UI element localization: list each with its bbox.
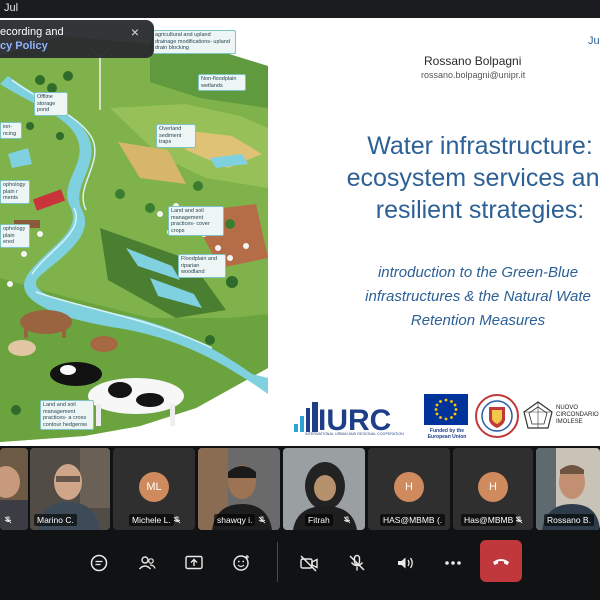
slide-title: Water infrastructure: ecosystem services… xyxy=(330,130,600,226)
participant-name: Rossano B. xyxy=(544,514,594,526)
participant-tile-shawqy[interactable]: shawqy i. xyxy=(198,448,280,530)
leave-meeting-button[interactable] xyxy=(480,540,522,582)
callout-floodplain-woodland: Floodplain and riparian woodland xyxy=(178,254,226,278)
chat-button[interactable] xyxy=(82,546,116,580)
participant-name: Michele L. xyxy=(129,514,174,526)
slide-date: Ju xyxy=(588,35,600,47)
callout-hedgerow: Land and soil management practices- a cr… xyxy=(40,400,94,430)
speaker-button[interactable] xyxy=(388,546,422,580)
participant-tile-has-1[interactable]: H HAS@MBMB (. xyxy=(368,448,450,530)
mic-muted-icon xyxy=(173,516,181,524)
landscape-illustration: agricultural and upland drainage modific… xyxy=(0,18,268,446)
logo-strip: IURC INTERNATIONAL URBAN AND REGIONAL CO… xyxy=(290,392,600,442)
subtitle-line-2: infrastructures & the Natural Wate xyxy=(365,288,591,305)
hangup-icon xyxy=(493,559,509,565)
share-screen-icon xyxy=(185,555,203,570)
presenter-email: rossano.bolpagni@unipr.it xyxy=(421,70,526,80)
mic-toggle-button[interactable] xyxy=(340,546,374,580)
iurc-logo-text: IURC xyxy=(318,404,391,434)
mic-muted-icon xyxy=(258,516,266,524)
callout-cover-crops: Land and soil management practices- cove… xyxy=(168,206,224,236)
subtitle-line-3: Retention Measures xyxy=(410,312,546,329)
title-line-2: ecosystem services and xyxy=(346,164,600,192)
callout-upland-drainage: agricultural and upland drainage modific… xyxy=(152,30,236,54)
mic-off-icon xyxy=(349,554,365,571)
participant-name: Marino C. xyxy=(34,514,77,526)
callout-sediment-traps: Overland sediment traps xyxy=(156,124,196,148)
participant-tile-1[interactable] xyxy=(0,448,28,530)
participant-name: Fitrah xyxy=(305,514,333,526)
participant-strip: Marino C. ML Michele L. shawqy i. Fitrah… xyxy=(0,448,600,530)
callout-morphology-2: ophology plain ered xyxy=(0,224,30,248)
reaction-icon xyxy=(233,555,249,571)
participant-avatar: H xyxy=(394,472,424,502)
meeting-controls xyxy=(0,532,600,600)
camera-toggle-button[interactable] xyxy=(292,546,326,580)
nci-label: NUOVO CIRCONDARIO IMOLESE xyxy=(556,405,599,425)
reactions-button[interactable] xyxy=(225,546,259,580)
participant-name: shawqy i. xyxy=(214,514,256,526)
participants-button[interactable] xyxy=(130,546,164,580)
subtitle-line-1: introduction to the Green-Blue xyxy=(377,264,579,281)
participant-tile-michele[interactable]: ML Michele L. xyxy=(113,448,195,530)
title-line-1: Water infrastructure: xyxy=(367,132,593,160)
privacy-policy-link[interactable]: cy Policy xyxy=(0,40,48,52)
meeting-window: Jul agricultural and upland drainage mod… xyxy=(0,0,600,600)
participant-avatar: ML xyxy=(139,472,169,502)
slide-subtitle: introduction to the Green-Blue infrastru… xyxy=(328,261,600,333)
recording-notification: ecording and cy Policy × xyxy=(0,20,154,58)
participant-tile-marino[interactable]: Marino C. xyxy=(30,448,110,530)
notification-text: ecording and xyxy=(0,26,64,38)
presenter-name: Rossano Bolpagni xyxy=(424,54,522,68)
participant-avatar: H xyxy=(478,472,508,502)
callout-morphology-1: ophology plain r ments xyxy=(0,180,30,204)
mic-muted-icon xyxy=(343,516,351,524)
callout-fencing: ion- ncing xyxy=(0,122,22,139)
speaker-icon xyxy=(398,557,413,569)
participant-tile-rossano[interactable]: Rossano B. xyxy=(536,448,600,530)
iurc-subtitle: INTERNATIONAL URBAN AND REGIONAL COOPERA… xyxy=(305,432,404,436)
title-line-3: resilient strategies: xyxy=(375,196,585,224)
callout-non-floodplain: Non-floodplain wetlands xyxy=(198,74,246,91)
top-bar: Jul xyxy=(0,0,600,18)
mic-muted-icon xyxy=(515,516,523,524)
participant-tile-fitrah[interactable]: Fitrah xyxy=(283,448,365,530)
people-icon xyxy=(138,556,156,570)
participant-name: HAS@MBMB (. xyxy=(380,514,446,526)
participant-name: Has@MBMB xyxy=(461,514,517,526)
more-options-button[interactable] xyxy=(436,546,470,580)
callout-offline-pond: Offline storage pond xyxy=(34,92,68,116)
camera-off-icon xyxy=(300,555,318,572)
chat-icon xyxy=(90,554,108,572)
controls-divider xyxy=(277,542,278,582)
municipal-seal-logo xyxy=(475,394,519,438)
share-screen-button[interactable] xyxy=(177,546,211,580)
meeting-date: Jul xyxy=(4,2,19,14)
mic-muted-icon xyxy=(4,516,12,524)
more-icon xyxy=(445,561,461,565)
eu-funding-label: Funded by the European Union xyxy=(427,428,467,440)
notification-close-button[interactable]: × xyxy=(128,25,142,39)
participant-tile-has-2[interactable]: H Has@MBMB xyxy=(453,448,533,530)
iurc-logo: IURC xyxy=(294,402,391,434)
eu-flag xyxy=(424,394,468,425)
shared-slide: agricultural and upland drainage modific… xyxy=(0,18,600,446)
